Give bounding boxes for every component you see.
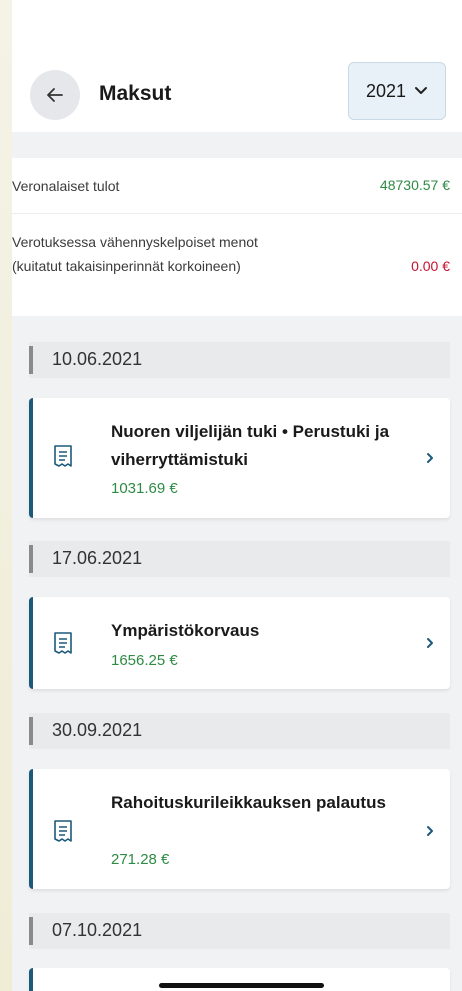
date-label: 17.06.2021 [52,548,143,568]
year-select-value: 2021 [365,80,407,101]
taxable-income-value: 48730.57 € [379,177,450,193]
chevron-down-icon [415,87,428,94]
date-marker [29,717,33,745]
receipt-icon [54,632,72,654]
payment-amount: 1656.25 € [111,652,178,669]
payment-card[interactable]: Rahoituskurileikkauksen palautus 271.28 … [29,769,450,889]
receipt-icon [54,445,72,467]
app-header: Maksut 2021 [12,0,462,132]
date-label: 10.06.2021 [52,349,143,369]
date-label: 07.10.2021 [52,920,143,940]
payment-title: Nuoren viljelijän tuki • Perustuki ja vi… [111,422,390,469]
chevron-right-icon [427,638,433,648]
date-label: 30.09.2021 [52,720,143,740]
payment-title: Rahoituskurileikkauksen palautus [111,793,386,812]
date-header: 07.10.2021 [29,913,450,949]
chevron-right-icon [427,826,433,836]
date-marker [29,917,33,945]
taxable-income-label: Veronalaiset tulot [12,178,120,194]
chevron-right-icon [427,453,433,463]
payment-card[interactable]: Nuoren viljelijän tuki • Perustuki ja vi… [29,398,450,518]
deductible-expenses-value: 0.00 € [411,258,450,274]
date-header: 10.06.2021 [29,342,450,378]
date-marker [29,545,33,573]
payment-title: Ympäristökorvaus [111,621,260,640]
deductible-expenses-label: Verotuksessa vähennyskelpoiset menot (ku… [12,234,258,274]
payment-summary: Veronalaiset tulot 48730.57 € Verotukses… [12,158,462,316]
home-indicator [159,983,324,988]
payment-card[interactable]: Ympäristökorvaus 1656.25 € [29,597,450,689]
page-title: Maksut [99,82,172,105]
date-header: 17.06.2021 [29,541,450,577]
year-select[interactable]: 2021 [348,62,446,120]
taxable-income-row: Veronalaiset tulot 48730.57 € [12,158,462,214]
payment-amount: 1031.69 € [111,480,178,497]
back-button[interactable] [30,70,80,120]
arrow-left-icon [47,88,63,102]
payment-amount: 271.28 € [111,851,170,868]
date-header: 30.09.2021 [29,713,450,749]
payments-screen: Maksut 2021 Veronalaiset tulot 48730.57 … [12,0,462,991]
receipt-icon [54,820,72,842]
date-marker [29,346,33,374]
background-edge [0,0,12,991]
